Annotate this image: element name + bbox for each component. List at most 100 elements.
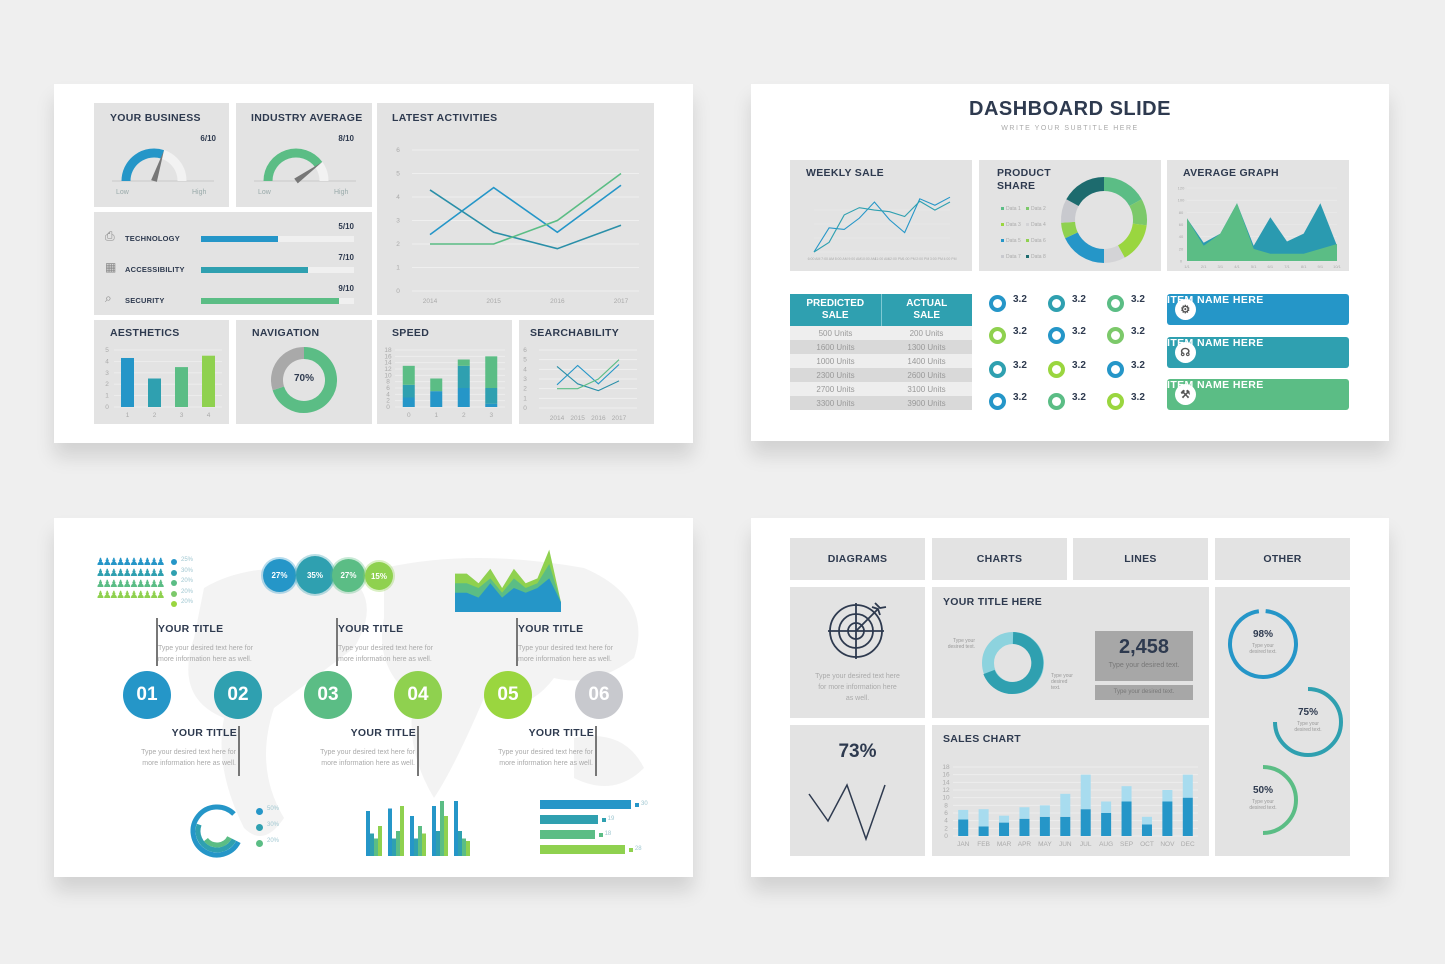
y-tick-label: 2 (105, 381, 109, 388)
panel-navigation: NAVIGATION 70% (236, 320, 372, 424)
table-row: 3300 Units 3900 Units (790, 396, 972, 410)
bar-segment (1162, 801, 1173, 836)
y-tick-label: 5 (523, 357, 527, 364)
person-icon: ♟ (156, 579, 166, 590)
rating-ring-icon (1048, 393, 1065, 410)
y-tick-label: 60 (1179, 222, 1184, 227)
person-icon: ♟ (156, 568, 166, 579)
table-cell: 3900 Units (907, 398, 946, 408)
item-button-3[interactable]: ⚒ ITEM NAME HERE (1167, 379, 1349, 410)
bar-segment (999, 822, 1010, 836)
bar (436, 831, 440, 856)
panel-other-gauges: 98% Type your desired text. 75% Type your des… (1215, 587, 1350, 856)
y-tick-label: 16 (942, 772, 950, 779)
x-tick-label: OCT (1140, 841, 1154, 848)
legend-dot (256, 840, 263, 847)
headset-icon: ☊ (1175, 341, 1196, 363)
step-text: Type your desired text here for more info… (126, 747, 236, 769)
bar (374, 838, 378, 856)
metric-value: 9/10 (338, 284, 354, 293)
step-circle-06: 06 (575, 671, 623, 719)
legend-label: Data 1 (1006, 206, 1021, 212)
y-tick-label: 2 (386, 398, 390, 405)
connector-arrow (238, 726, 240, 776)
bar-segment (402, 384, 415, 398)
bar-segment (485, 388, 498, 404)
text-line: Type your desired text here for (320, 749, 415, 756)
slide-title: DASHBOARD SLIDE (969, 98, 1171, 120)
gauge-text: Type your desired text. (1226, 799, 1300, 811)
tab-charts[interactable]: CHARTS (932, 538, 1067, 580)
panel-weekly-sale: WEEKLY SALE 6:00 AM 7:00 AM 8:00 AM 9:00 AM… (790, 160, 972, 271)
y-tick-label: 0 (105, 404, 109, 411)
searchability-chart: 0 1 2 3 4 5 6 2014 2015 2016 2017 (523, 347, 637, 422)
bar-segment (1121, 786, 1132, 802)
rating-value: 3.2 (1072, 326, 1086, 337)
text-line: desired text. (1249, 805, 1277, 811)
text-line: more information here as well. (499, 760, 593, 767)
bar (444, 816, 448, 856)
rating-value: 3.2 (1131, 326, 1145, 337)
x-tick-label: 4/1 (1234, 264, 1240, 269)
tab-diagrams[interactable]: DIAGRAMS (790, 538, 925, 580)
panel-speed: SPEED 0 2 4 6 8 10 12 14 16 18 0 1 2 3 (377, 320, 512, 424)
teal-donut (982, 632, 1044, 694)
y-tick-label: 1 (523, 395, 527, 402)
metric-value: 7/10 (338, 253, 354, 262)
legend-label: 20% (181, 578, 194, 584)
bar (400, 806, 404, 856)
x-tick-label: 4:00 PM (943, 257, 956, 261)
hbar-label: 30 (641, 801, 648, 807)
table-cell: 1000 Units (816, 356, 855, 366)
series-line-B (429, 189, 622, 250)
x-tick-label: 2015 (486, 298, 501, 305)
slide-dashboard: DASHBOARD SLIDE WRITE YOUR SUBTITLE HERE… (751, 84, 1389, 441)
gauge-high-label: High (192, 189, 207, 196)
legend-label: 30% (267, 822, 280, 828)
y-tick-label: 3 (396, 218, 400, 225)
legend-dot (171, 590, 177, 597)
printer-icon: ⎙ (105, 229, 115, 243)
stat-value: 2,458 (1118, 636, 1170, 658)
worker-icon: ⚙ (1175, 299, 1196, 320)
table-row: 2700 Units 3100 Units (790, 382, 972, 396)
step-text: Type your desired text here for more info… (518, 643, 628, 665)
gauge-low-label: Low (258, 189, 271, 196)
gauge-industry-average (254, 148, 356, 184)
metric-progress-track (201, 236, 354, 242)
step-circle-05: 05 (484, 671, 532, 719)
panel-product-share: PRODUCT SHARE Data 1 Data 2 Data 3 Data 4 Dat… (979, 160, 1161, 271)
rating-value: 3.2 (1013, 294, 1027, 305)
legend-dot (256, 808, 263, 815)
bar-segment (1039, 805, 1050, 817)
x-tick-label: 8/1 (1301, 264, 1307, 269)
y-tick-label: 18 (384, 347, 392, 354)
table-cell: 1600 Units (816, 342, 855, 352)
table-row: 500 Units 200 Units (790, 326, 972, 340)
bar-segment (1019, 818, 1030, 836)
panel-sales-chart: SALES CHART 0 2 4 6 8 10 12 14 16 18 JAN FEB MAR APR M… (932, 725, 1209, 856)
y-tick-label: 100 (1178, 198, 1185, 203)
text-line: desired text. (1249, 649, 1277, 655)
tab-other[interactable]: OTHER (1215, 538, 1350, 580)
bar (432, 806, 436, 856)
x-tick-label: MAR (997, 841, 1012, 848)
y-tick-label: 20 (1179, 246, 1184, 251)
gauge-percent: 98% (1252, 629, 1273, 640)
metric-label: TECHNOLOGY (125, 234, 180, 243)
x-tick-label: 6:00 AM (808, 257, 821, 261)
item-button-1[interactable]: ⚙ ITEM NAME HERE (1167, 294, 1349, 325)
tab-lines[interactable]: LINES (1073, 538, 1208, 580)
slide-business-dashboard: YOUR BUSINESS 6/10 Low High INDUSTRY AVE… (54, 84, 693, 443)
rating-value: 3.2 (1131, 392, 1145, 403)
legend-swatch (1026, 255, 1029, 258)
y-tick-label: 0 (523, 405, 527, 412)
legend-swatch (1026, 223, 1029, 226)
table-row: 2300 Units 2600 Units (790, 368, 972, 382)
y-tick-label: 14 (942, 779, 950, 786)
step-title: YOUR TITLE (158, 623, 224, 635)
x-tick-label: 10/1 (1333, 264, 1342, 269)
person-icon: ♟ (156, 590, 166, 601)
item-button-2[interactable]: ☊ ITEM NAME HERE (1167, 336, 1349, 368)
panel-title: YOUR TITLE HERE (943, 596, 1043, 608)
